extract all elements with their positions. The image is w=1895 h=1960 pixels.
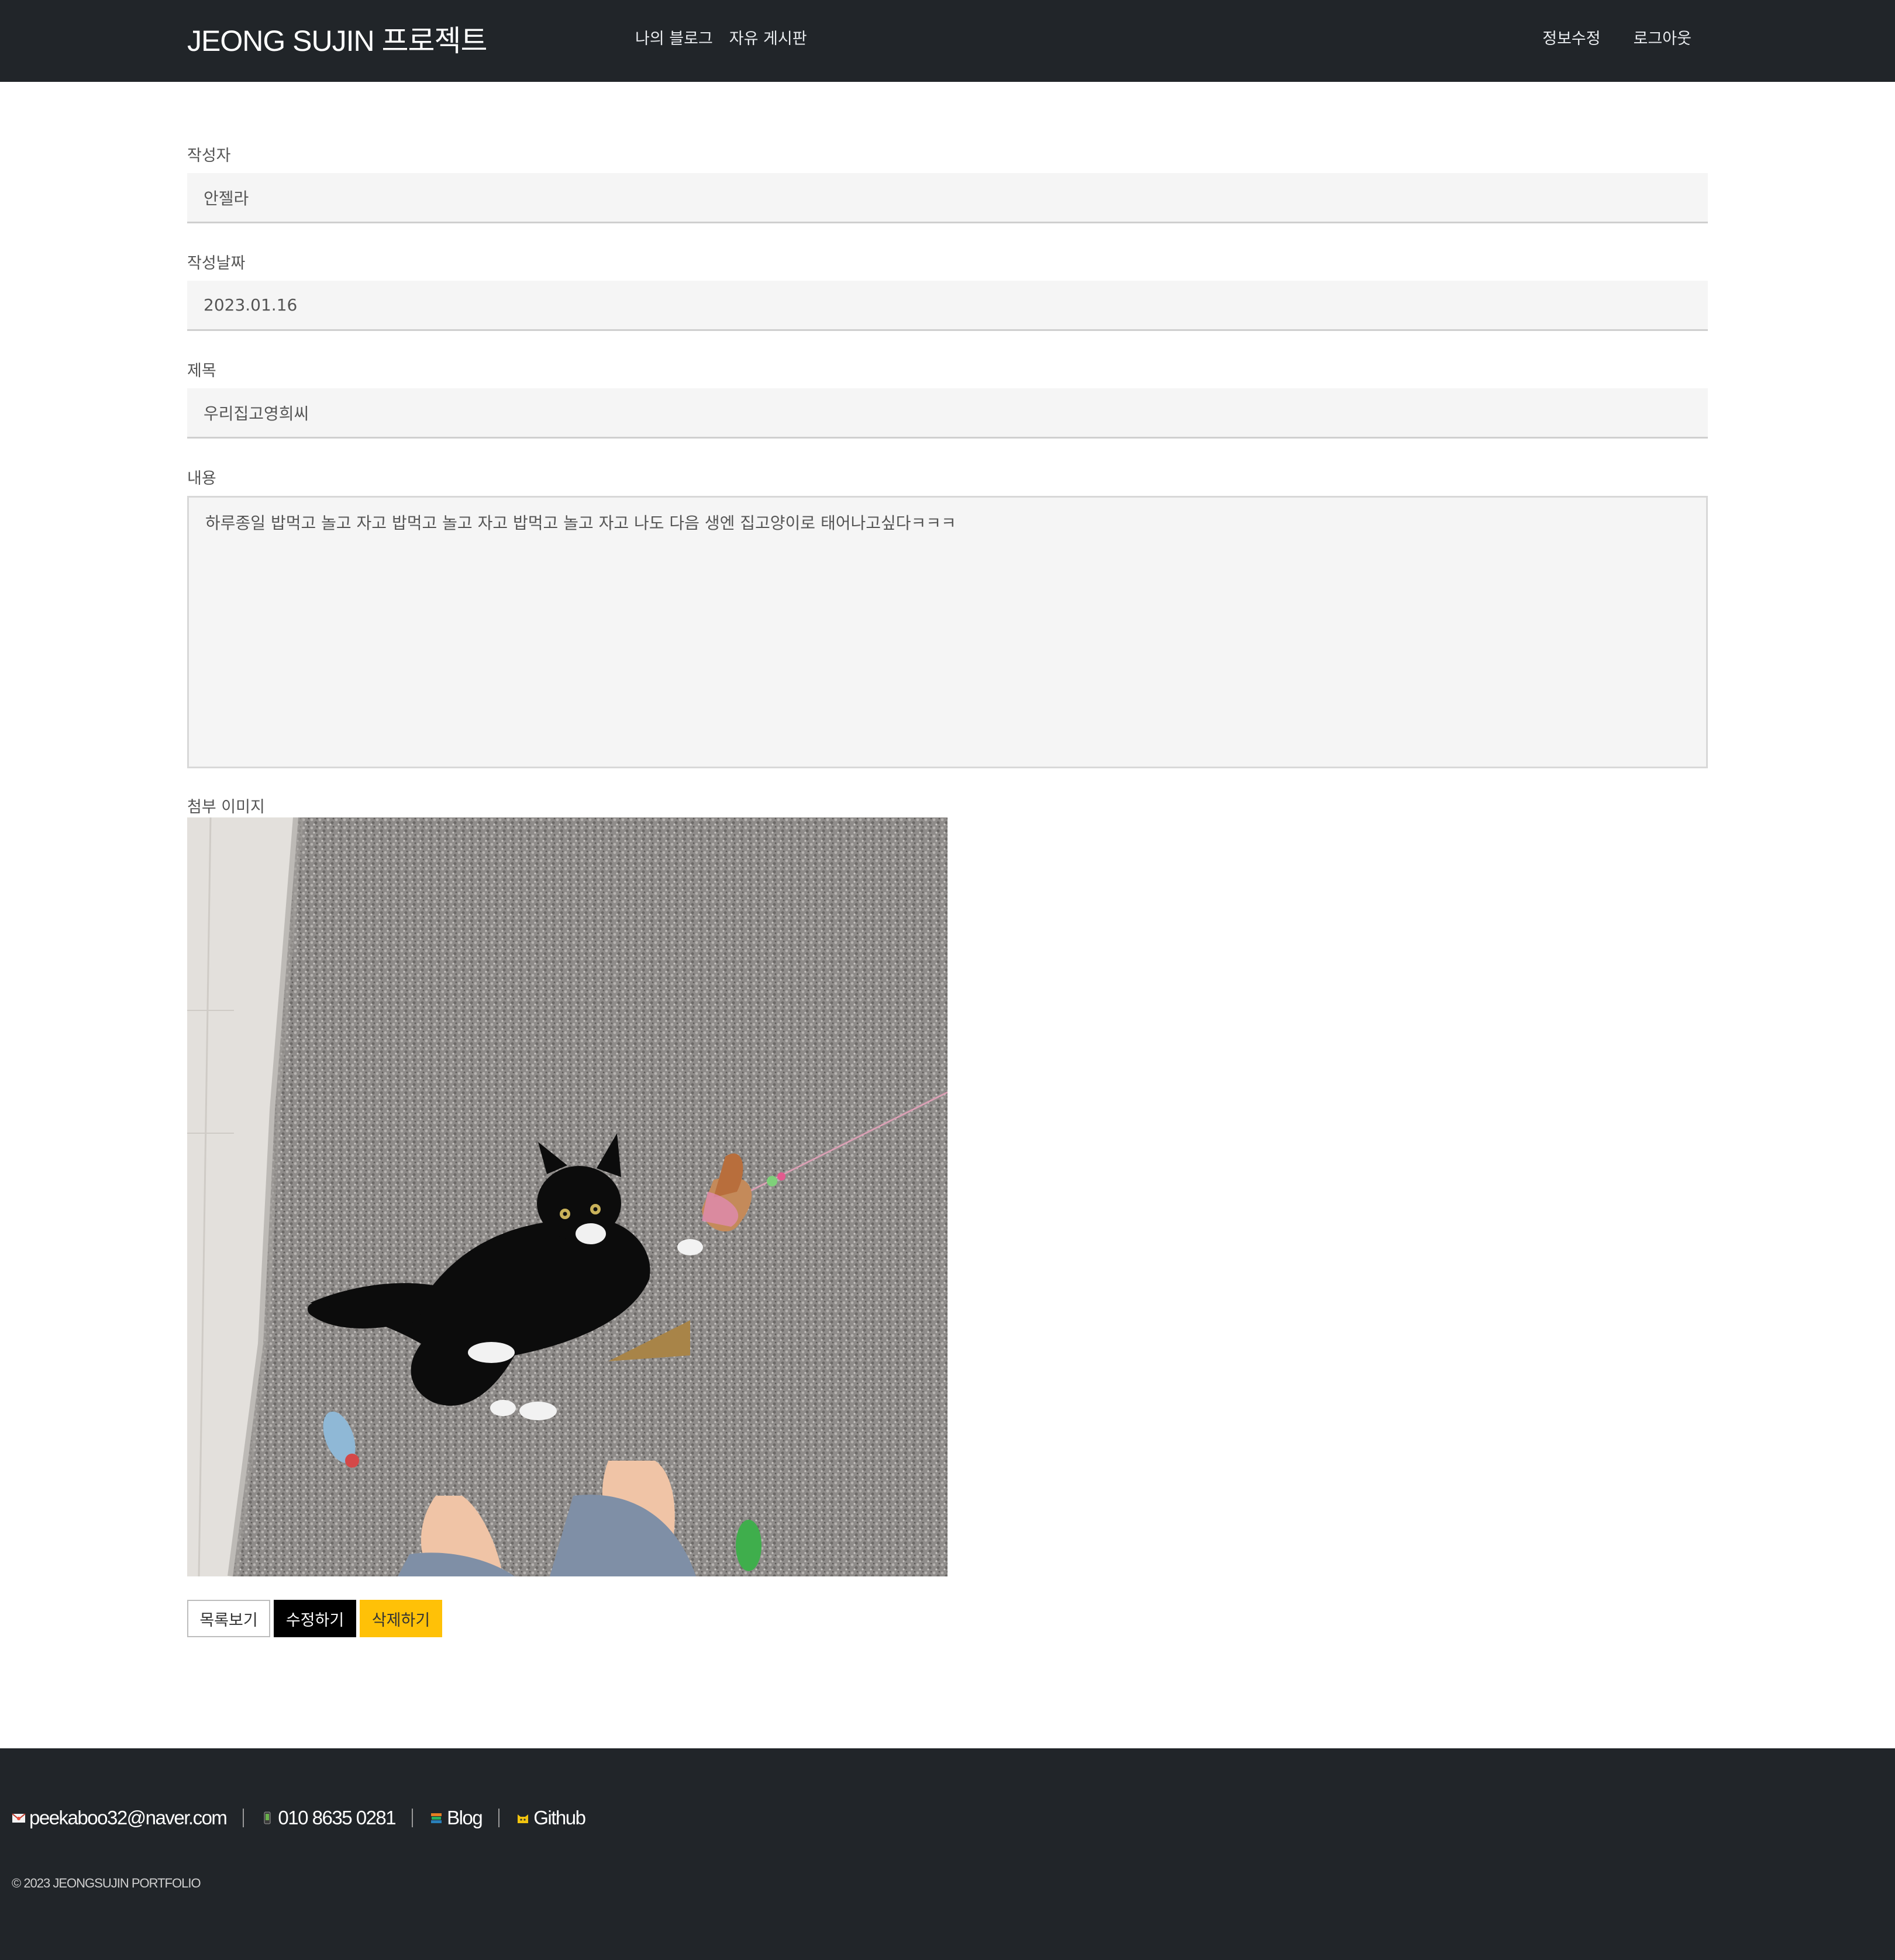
- main-nav: 나의 블로그 자유 게시판: [635, 26, 807, 49]
- author-field[interactable]: 안젤라: [187, 173, 1708, 223]
- footer-github-link[interactable]: Github: [516, 1807, 586, 1829]
- author-label: 작성자: [187, 147, 231, 165]
- delete-button[interactable]: 삭제하기: [360, 1600, 442, 1637]
- footer-phone-text: 010 8635 0281: [278, 1807, 396, 1828]
- footer-phone[interactable]: 010 8635 0281: [260, 1807, 397, 1829]
- user-nav: 정보수정 로그아웃: [1542, 26, 1691, 49]
- nav-my-blog[interactable]: 나의 블로그: [635, 26, 713, 49]
- attached-image: [187, 817, 948, 1576]
- footer-separator: [412, 1809, 414, 1827]
- site-brand[interactable]: JEONG SUJIN 프로젝트: [187, 18, 487, 60]
- date-field[interactable]: 2023.01.16: [187, 281, 1708, 331]
- title-field[interactable]: 우리집고영희씨: [187, 388, 1708, 439]
- footer-blog-text: Blog: [447, 1807, 483, 1828]
- footer-separator: [243, 1809, 244, 1827]
- content-label: 내용: [187, 470, 216, 488]
- footer-blog-link[interactable]: Blog: [429, 1807, 483, 1829]
- content-textarea[interactable]: 하루종일 밥먹고 놀고 자고 밥먹고 놀고 자고 밥먹고 놀고 자고 나도 다음…: [187, 496, 1708, 768]
- footer: peekaboo32@naver.com 010 8635 0281 Blog: [0, 1748, 1895, 1960]
- cat-icon: [518, 1814, 529, 1823]
- mail-icon: [12, 1813, 26, 1823]
- phone-icon: [264, 1811, 271, 1824]
- footer-separator: [498, 1809, 500, 1827]
- footer-email[interactable]: peekaboo32@naver.com: [12, 1807, 228, 1829]
- footer-contacts: peekaboo32@naver.com 010 8635 0281 Blog: [12, 1807, 586, 1829]
- footer-github-text: Github: [533, 1807, 586, 1828]
- top-navbar: JEONG SUJIN 프로젝트 나의 블로그 자유 게시판 정보수정 로그아웃: [0, 0, 1895, 82]
- list-button[interactable]: 목록보기: [187, 1600, 270, 1637]
- cat-photo: [187, 817, 948, 1576]
- nav-free-board[interactable]: 자유 게시판: [729, 26, 807, 49]
- copyright: © 2023 JEONGSUJIN PORTFOLIO: [12, 1876, 201, 1890]
- image-label: 첨부 이미지: [187, 798, 265, 816]
- title-label: 제목: [187, 362, 216, 380]
- footer-email-text: peekaboo32@naver.com: [29, 1807, 228, 1828]
- edit-button[interactable]: 수정하기: [274, 1600, 356, 1637]
- nav-logout[interactable]: 로그아웃: [1634, 26, 1691, 49]
- date-label: 작성날짜: [187, 254, 246, 272]
- nav-edit-profile[interactable]: 정보수정: [1542, 26, 1600, 49]
- books-icon: [431, 1813, 442, 1823]
